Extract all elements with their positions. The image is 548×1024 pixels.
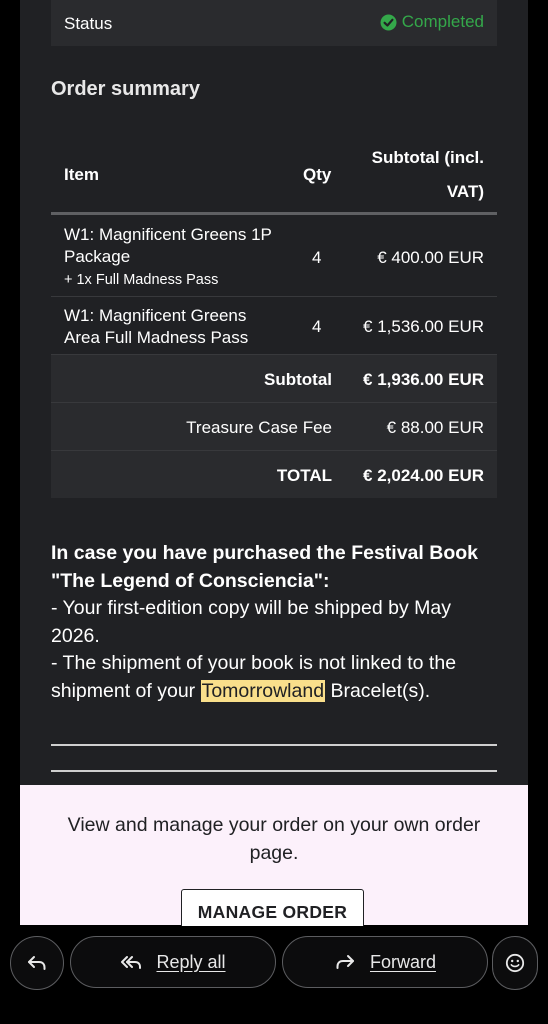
header-subtotal-line1: Subtotal (incl. bbox=[371, 148, 484, 167]
divider-line bbox=[51, 744, 497, 746]
festival-book-note: In case you have purchased the Festival … bbox=[51, 540, 501, 705]
subtotal-label: Subtotal bbox=[264, 370, 332, 389]
book-note-line2-after: Bracelet(s). bbox=[325, 679, 431, 702]
item-name-line2: Area Full Madness Pass bbox=[64, 328, 249, 347]
status-value: Completed bbox=[380, 12, 484, 32]
bottom-action-bar: Reply all Forward bbox=[0, 926, 548, 1024]
fee-label: Treasure Case Fee bbox=[186, 418, 332, 437]
header-qty: Qty bbox=[303, 165, 332, 184]
emoji-reaction-button[interactable] bbox=[492, 936, 538, 990]
reply-all-button[interactable]: Reply all bbox=[70, 936, 276, 988]
manage-order-panel: View and manage your order on your own o… bbox=[20, 785, 528, 929]
fee-value: € 88.00 EUR bbox=[386, 418, 484, 437]
table-row: W1: Magnificent Greens 1P Package + 1x F… bbox=[51, 215, 497, 296]
item-price: € 400.00 EUR bbox=[377, 248, 484, 267]
forward-label: Forward bbox=[369, 951, 436, 972]
order-summary-title: Order summary bbox=[51, 78, 200, 100]
item-qty: 4 bbox=[312, 248, 322, 267]
item-price: € 1,536.00 EUR bbox=[363, 317, 484, 336]
item-qty: 4 bbox=[312, 317, 322, 336]
reply-button[interactable] bbox=[10, 936, 64, 990]
emoji-icon bbox=[505, 953, 525, 973]
status-label: Status bbox=[64, 14, 113, 33]
table-header: Item Qty Subtotal (incl. VAT) bbox=[51, 136, 497, 213]
reply-all-icon bbox=[120, 951, 142, 973]
status-row: Status Completed bbox=[51, 0, 497, 46]
highlighted-search-term: Tomorrowland bbox=[200, 679, 326, 702]
book-note-line2: - The shipment of your book is not linke… bbox=[51, 650, 501, 705]
manage-order-text: View and manage your order on your own o… bbox=[67, 814, 481, 864]
subtotal-row: Subtotal € 1,936.00 EUR bbox=[51, 355, 497, 402]
item-name-line1: W1: Magnificent Greens bbox=[64, 306, 247, 325]
item-name-line1: W1: Magnificent Greens 1P bbox=[64, 225, 272, 244]
total-value: € 2,024.00 EUR bbox=[363, 466, 484, 485]
status-value-text: Completed bbox=[401, 12, 484, 31]
manage-order-button[interactable]: MANAGE ORDER bbox=[181, 889, 364, 929]
item-sub: + 1x Full Madness Pass bbox=[64, 272, 219, 288]
table-row: W1: Magnificent Greens Area Full Madness… bbox=[51, 297, 497, 354]
book-note-heading: In case you have purchased the Festival … bbox=[51, 542, 478, 592]
header-subtotal-line2: VAT) bbox=[446, 182, 484, 201]
subtotal-value: € 1,936.00 EUR bbox=[363, 370, 484, 389]
reply-all-label: Reply all bbox=[156, 951, 226, 972]
forward-button[interactable]: Forward bbox=[282, 936, 488, 988]
check-circle-icon bbox=[380, 14, 397, 31]
forward-icon bbox=[334, 951, 356, 973]
total-label: TOTAL bbox=[276, 466, 332, 485]
item-name-line2: Package bbox=[64, 247, 131, 266]
divider-line bbox=[51, 770, 497, 772]
book-note-line1: - Your first-edition copy will be shippe… bbox=[51, 597, 451, 647]
reply-icon bbox=[26, 952, 48, 974]
total-row: TOTAL € 2,024.00 EUR bbox=[51, 451, 497, 498]
fee-row: Treasure Case Fee € 88.00 EUR bbox=[51, 403, 497, 450]
header-item: Item bbox=[64, 165, 99, 184]
